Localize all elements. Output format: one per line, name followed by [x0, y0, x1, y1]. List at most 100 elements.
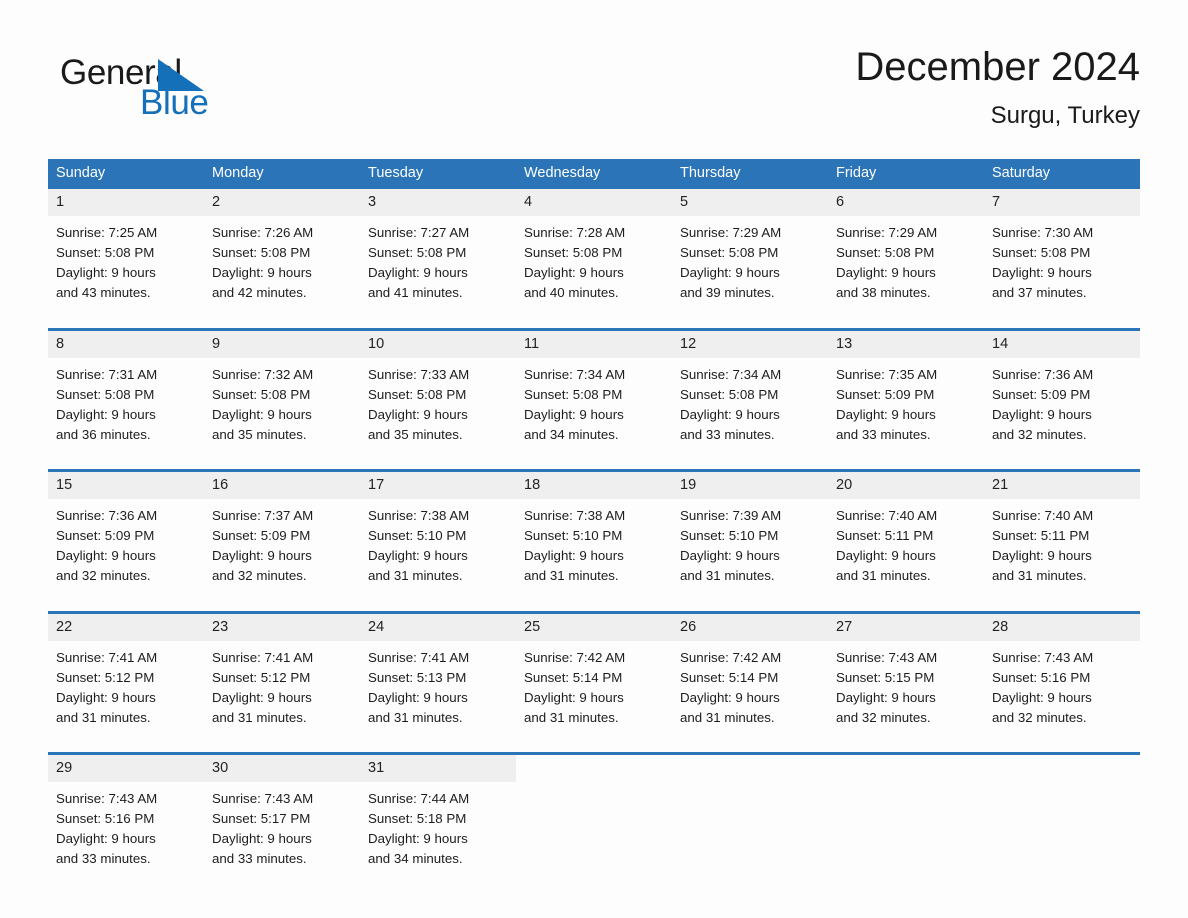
calendar-day-cell[interactable]: 13 Sunrise: 7:35 AM Sunset: 5:09 PM Dayligh… [828, 327, 984, 463]
calendar-day-cell[interactable]: 1 Sunrise: 7:25 AM Sunset: 5:08 PM Daylight… [48, 189, 204, 321]
calendar-day-cell[interactable]: 7 Sunrise: 7:30 AM Sunset: 5:08 PM Daylight… [984, 189, 1140, 321]
calendar-day-cell[interactable]: 4 Sunrise: 7:28 AM Sunset: 5:08 PM Daylight… [516, 189, 672, 321]
calendar-day-cell[interactable]: 2 Sunrise: 7:26 AM Sunset: 5:08 PM Daylight… [204, 189, 360, 321]
day-number: 28 [984, 613, 1140, 641]
calendar-day-cell[interactable]: 10 Sunrise: 7:33 AM Sunset: 5:08 PM Dayligh… [360, 327, 516, 463]
calendar-day-cell[interactable]: 26 Sunrise: 7:42 AM Sunset: 5:14 PM Dayligh… [672, 610, 828, 746]
day-details: Sunrise: 7:42 AM Sunset: 5:14 PM Daylight:… [672, 641, 828, 728]
day-cell-inner [828, 755, 984, 887]
day-detail-daylight-line2: and 35 minutes. [368, 426, 463, 442]
calendar-day-cell[interactable]: 3 Sunrise: 7:27 AM Sunset: 5:08 PM Daylight… [360, 189, 516, 321]
day-detail-daylight-line1: Daylight: 9 hours [56, 831, 156, 847]
day-detail-sunset: Sunset: 5:12 PM [212, 669, 311, 685]
calendar-day-cell[interactable]: 6 Sunrise: 7:29 AM Sunset: 5:08 PM Daylight… [828, 189, 984, 321]
day-detail-sunrise: Sunrise: 7:33 AM [368, 366, 470, 382]
day-cell-inner: 18 Sunrise: 7:38 AM Sunset: 5:10 PM Dayligh… [516, 472, 672, 604]
calendar-day-cell[interactable]: 25 Sunrise: 7:42 AM Sunset: 5:14 PM Dayligh… [516, 610, 672, 746]
day-detail-daylight-line1: Daylight: 9 hours [368, 831, 468, 847]
calendar-day-cell[interactable]: 30 Sunrise: 7:43 AM Sunset: 5:17 PM Dayligh… [204, 752, 360, 887]
day-detail-daylight-line1: Daylight: 9 hours [680, 689, 780, 705]
day-detail-sunset: Sunset: 5:09 PM [56, 528, 155, 544]
day-number: 6 [828, 189, 984, 216]
calendar-day-cell[interactable]: 11 Sunrise: 7:34 AM Sunset: 5:08 PM Dayligh… [516, 327, 672, 463]
week-spacer-cell [48, 321, 1140, 329]
calendar-day-cell[interactable]: 22 Sunrise: 7:41 AM Sunset: 5:12 PM Dayligh… [48, 610, 204, 746]
day-detail-daylight-line1: Daylight: 9 hours [524, 548, 624, 564]
day-details: Sunrise: 7:37 AM Sunset: 5:09 PM Daylight:… [204, 499, 360, 586]
day-detail-sunrise: Sunrise: 7:43 AM [212, 791, 314, 806]
day-detail-daylight-line2: and 32 minutes. [836, 709, 931, 725]
day-detail-sunrise: Sunrise: 7:42 AM [524, 649, 626, 665]
calendar-day-cell[interactable]: 5 Sunrise: 7:29 AM Sunset: 5:08 PM Daylight… [672, 189, 828, 321]
calendar-day-cell[interactable]: 19 Sunrise: 7:39 AM Sunset: 5:10 PM Dayligh… [672, 469, 828, 604]
day-detail-sunrise: Sunrise: 7:34 AM [524, 366, 626, 382]
day-detail-daylight-line2: and 35 minutes. [212, 426, 307, 442]
day-detail-sunset: Sunset: 5:16 PM [992, 669, 1091, 685]
calendar-day-cell[interactable]: 12 Sunrise: 7:34 AM Sunset: 5:08 PM Dayligh… [672, 327, 828, 463]
day-detail-daylight-line1: Daylight: 9 hours [212, 831, 312, 847]
calendar-day-cell[interactable]: 9 Sunrise: 7:32 AM Sunset: 5:08 PM Daylight… [204, 327, 360, 463]
day-cell-inner: 28 Sunrise: 7:43 AM Sunset: 5:16 PM Dayligh… [984, 613, 1140, 746]
calendar-day-cell[interactable]: 21 Sunrise: 7:40 AM Sunset: 5:11 PM Dayligh… [984, 469, 1140, 604]
week-spacer [48, 321, 1140, 329]
calendar-day-cell[interactable]: 18 Sunrise: 7:38 AM Sunset: 5:10 PM Dayligh… [516, 469, 672, 604]
day-detail-sunset: Sunset: 5:09 PM [212, 528, 311, 544]
calendar-day-cell[interactable]: 24 Sunrise: 7:41 AM Sunset: 5:13 PM Dayligh… [360, 610, 516, 746]
calendar-day-cell[interactable]: 16 Sunrise: 7:37 AM Sunset: 5:09 PM Dayligh… [204, 469, 360, 604]
calendar-week-row: 22 Sunrise: 7:41 AM Sunset: 5:12 PM Dayligh… [48, 610, 1140, 746]
day-number: 5 [672, 189, 828, 216]
day-number: 31 [360, 755, 516, 782]
calendar-day-cell[interactable]: 20 Sunrise: 7:40 AM Sunset: 5:11 PM Dayligh… [828, 469, 984, 604]
day-cell-inner: 3 Sunrise: 7:27 AM Sunset: 5:08 PM Daylight… [360, 189, 516, 321]
week-spacer [48, 462, 1140, 471]
day-number: 25 [516, 613, 672, 641]
day-number: 9 [204, 330, 360, 358]
calendar-page: General Blue December 2024 Surgu, Turkey… [0, 0, 1188, 918]
day-cell-inner: 26 Sunrise: 7:42 AM Sunset: 5:14 PM Dayligh… [672, 613, 828, 746]
day-detail-daylight-line2: and 32 minutes. [992, 709, 1087, 725]
calendar-day-cell[interactable]: 17 Sunrise: 7:38 AM Sunset: 5:10 PM Dayligh… [360, 469, 516, 604]
day-detail-daylight-line1: Daylight: 9 hours [56, 548, 156, 564]
calendar-day-cell[interactable]: 27 Sunrise: 7:43 AM Sunset: 5:15 PM Dayligh… [828, 610, 984, 746]
day-cell-inner: 24 Sunrise: 7:41 AM Sunset: 5:13 PM Dayligh… [360, 613, 516, 746]
day-detail-daylight-line2: and 37 minutes. [992, 285, 1087, 301]
weekday-header-tuesday: Tuesday [360, 159, 516, 189]
day-number: 27 [828, 613, 984, 641]
day-number: 2 [204, 189, 360, 216]
day-cell-inner: 30 Sunrise: 7:43 AM Sunset: 5:17 PM Dayligh… [204, 755, 360, 887]
calendar-day-cell[interactable]: 14 Sunrise: 7:36 AM Sunset: 5:09 PM Dayligh… [984, 327, 1140, 463]
calendar-day-cell [516, 752, 672, 887]
day-detail-daylight-line2: and 32 minutes. [56, 568, 151, 584]
day-cell-inner: 13 Sunrise: 7:35 AM Sunset: 5:09 PM Dayligh… [828, 330, 984, 463]
calendar-week-row: 8 Sunrise: 7:31 AM Sunset: 5:08 PM Daylight… [48, 327, 1140, 463]
day-detail-daylight-line2: and 34 minutes. [368, 851, 463, 867]
day-detail-sunset: Sunset: 5:08 PM [368, 386, 467, 402]
calendar-day-cell[interactable]: 29 Sunrise: 7:43 AM Sunset: 5:16 PM Dayligh… [48, 752, 204, 887]
day-detail-daylight-line1: Daylight: 9 hours [212, 265, 312, 281]
day-cell-inner: 2 Sunrise: 7:26 AM Sunset: 5:08 PM Daylight… [204, 189, 360, 321]
day-detail-sunrise: Sunrise: 7:30 AM [992, 225, 1094, 240]
day-detail-sunrise: Sunrise: 7:40 AM [992, 508, 1094, 523]
day-detail-daylight-line1: Daylight: 9 hours [524, 689, 624, 705]
day-cell-inner: 16 Sunrise: 7:37 AM Sunset: 5:09 PM Dayligh… [204, 472, 360, 604]
day-number: 7 [984, 189, 1140, 216]
day-detail-daylight-line2: and 31 minutes. [368, 709, 463, 725]
general-blue-logo[interactable]: General Blue [60, 54, 250, 130]
day-detail-daylight-line1: Daylight: 9 hours [368, 265, 468, 281]
day-cell-inner: 4 Sunrise: 7:28 AM Sunset: 5:08 PM Daylight… [516, 189, 672, 321]
calendar-day-cell[interactable]: 8 Sunrise: 7:31 AM Sunset: 5:08 PM Daylight… [48, 327, 204, 463]
day-number: 21 [984, 472, 1140, 499]
day-detail-sunset: Sunset: 5:11 PM [836, 528, 934, 544]
day-cell-inner: 29 Sunrise: 7:43 AM Sunset: 5:16 PM Dayligh… [48, 755, 204, 887]
day-detail-daylight-line1: Daylight: 9 hours [992, 689, 1092, 705]
day-detail-daylight-line2: and 38 minutes. [836, 285, 931, 301]
calendar-day-cell[interactable]: 28 Sunrise: 7:43 AM Sunset: 5:16 PM Dayligh… [984, 610, 1140, 746]
day-detail-sunrise: Sunrise: 7:27 AM [368, 225, 470, 240]
calendar-day-cell[interactable]: 23 Sunrise: 7:41 AM Sunset: 5:12 PM Dayligh… [204, 610, 360, 746]
day-detail-daylight-line1: Daylight: 9 hours [368, 406, 468, 422]
day-detail-daylight-line1: Daylight: 9 hours [992, 265, 1092, 281]
calendar-day-cell[interactable]: 31 Sunrise: 7:44 AM Sunset: 5:18 PM Dayligh… [360, 752, 516, 887]
day-cell-inner: 6 Sunrise: 7:29 AM Sunset: 5:08 PM Daylight… [828, 189, 984, 321]
calendar-day-cell[interactable]: 15 Sunrise: 7:36 AM Sunset: 5:09 PM Dayligh… [48, 469, 204, 604]
day-cell-inner: 17 Sunrise: 7:38 AM Sunset: 5:10 PM Dayligh… [360, 472, 516, 604]
